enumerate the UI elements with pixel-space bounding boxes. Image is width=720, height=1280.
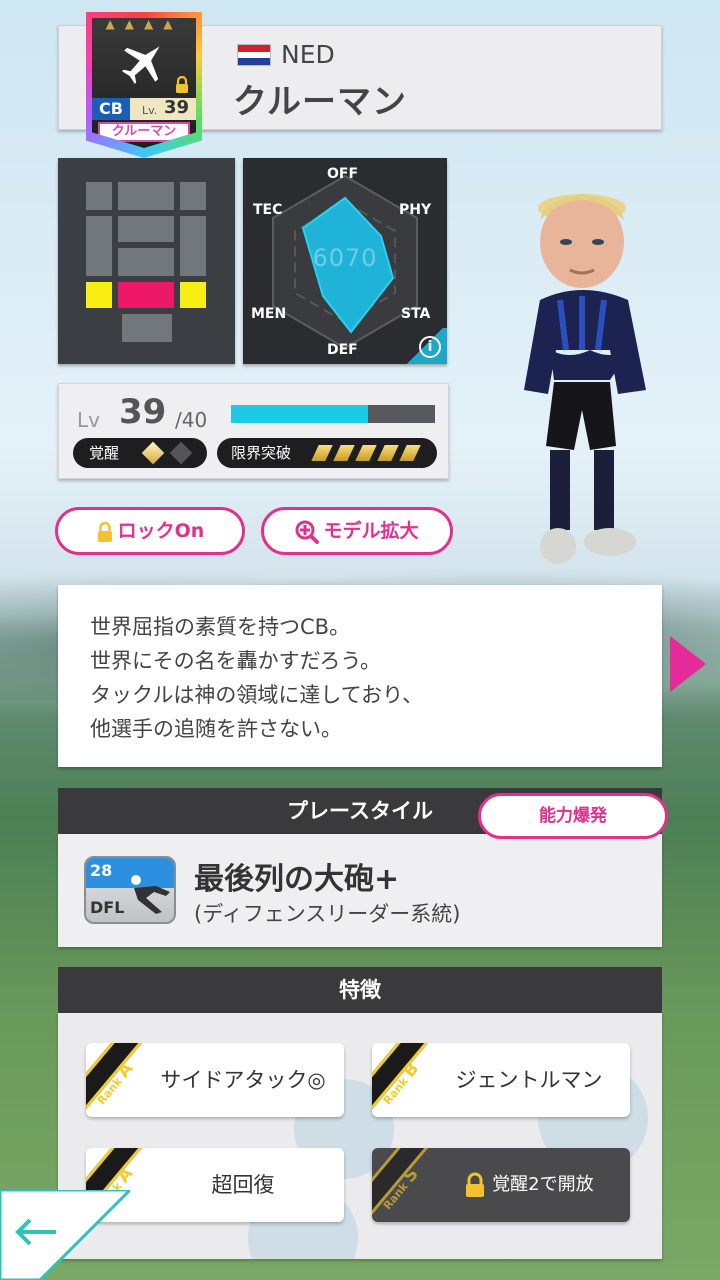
limit-break-mark-icon (377, 445, 399, 461)
lock-toggle-button[interactable]: ロックOn (55, 507, 245, 555)
player-card[interactable]: ▲▲▲▲ CB Lv. 39 クルーマン (86, 12, 202, 158)
radar-total-value: 6070 (312, 244, 378, 272)
lock-icon (176, 76, 188, 93)
card-player-name: クルーマン (98, 122, 190, 142)
awakening-diamond-empty-icon (169, 441, 193, 465)
trait-label: 超回復 (211, 1173, 275, 1197)
level-panel: Lv 39 /40 覚醒 限界突破 (58, 383, 449, 479)
trait-label: ジェントルマン (455, 1068, 603, 1092)
card-stars: ▲▲▲▲ (105, 17, 183, 31)
card-level: 39 (164, 97, 190, 118)
limit-break-label: 限界突破 (231, 444, 292, 462)
back-button[interactable] (0, 1190, 130, 1280)
level-label: Lv (77, 408, 100, 432)
ability-burst-button[interactable]: 能力爆発 (478, 793, 668, 839)
limit-break-indicator: 限界突破 (217, 438, 437, 468)
play-style-icon-code: DFL (90, 898, 125, 917)
awakening-label: 覚醒 (89, 444, 120, 462)
netherlands-flag-icon (237, 44, 271, 66)
card-position: CB (92, 98, 130, 120)
trait-unlock-condition: 覚醒2で開放 (492, 1174, 594, 1195)
position-formation-map (58, 158, 235, 364)
play-style-name: 最後列の大砲+ (194, 862, 400, 897)
radar-info-button[interactable]: i (403, 328, 447, 364)
description-line: 世界屈指の素質を持つCB。 (90, 615, 351, 639)
limit-break-mark-icon (355, 445, 377, 461)
player-description: 世界屈指の素質を持つCB。 世界にその名を轟かすだろう。 タックルは神の領域に達… (58, 585, 662, 767)
traits-title: 特徴 (339, 978, 381, 1002)
play-style-icon: 28 DFL (84, 856, 176, 924)
lock-button-label: ロックOn (117, 520, 205, 542)
exp-progress-fill (231, 405, 368, 423)
limit-break-mark-icon (311, 445, 333, 461)
exp-progress-bar (231, 405, 435, 423)
level-value: 39 (119, 392, 167, 432)
trait-item[interactable]: Rank B ジェントルマン (372, 1043, 630, 1117)
formation-cell-right-back (180, 282, 206, 308)
level-max: /40 (175, 408, 208, 432)
next-page-arrow[interactable] (670, 636, 706, 692)
play-style-subtitle: (ディフェンスリーダー系統) (194, 902, 461, 926)
radar-label-phy: PHY (399, 202, 432, 218)
description-line: 世界にその名を轟かすだろう。 (90, 649, 382, 673)
radar-label-men: MEN (251, 306, 287, 322)
model-zoom-button[interactable]: モデル拡大 (261, 507, 453, 555)
lock-icon (466, 1172, 485, 1197)
trait-item-locked[interactable]: Rank S 覚醒2で開放 (372, 1148, 630, 1222)
traits-panel: Rank A サイドアタック◎ Rank B ジェントルマン Rank A 超回… (58, 1013, 662, 1259)
sliding-tackle-icon (131, 875, 170, 914)
model-zoom-label: モデル拡大 (323, 520, 419, 542)
radar-label-sta: STA (401, 306, 431, 322)
trait-label: サイドアタック◎ (160, 1068, 326, 1092)
description-line: タックルは神の領域に達しており、 (90, 683, 424, 707)
play-style-icon-number: 28 (90, 861, 113, 880)
description-line: 他選手の追随を許さない。 (90, 717, 342, 741)
play-style-panel: 28 DFL 最後列の大砲+ (ディフェンスリーダー系統) (58, 834, 662, 947)
formation-cell-left-back (86, 282, 112, 308)
radar-label-off: OFF (327, 166, 359, 182)
lock-icon (97, 521, 112, 542)
limit-break-mark-icon (399, 445, 421, 461)
awakening-indicator: 覚醒 (73, 438, 207, 468)
nation-code: NED (281, 40, 335, 69)
limit-break-mark-icon (333, 445, 355, 461)
zoom-in-icon (295, 520, 320, 544)
radar-label-def: DEF (327, 342, 358, 358)
card-level-label: Lv. (142, 104, 158, 117)
player-name: クルーマン (233, 82, 407, 122)
player-3d-model[interactable] (510, 150, 670, 590)
awakening-diamond-filled-icon (141, 441, 165, 465)
ability-radar-chart: OFF PHY STA DEF MEN TEC 6070 i (243, 158, 447, 364)
info-icon: i (419, 336, 441, 358)
radar-label-tec: TEC (253, 202, 283, 218)
formation-cell-center-back (118, 282, 174, 308)
airplane-icon (122, 46, 160, 84)
traits-header: 特徴 (58, 967, 662, 1013)
trait-item[interactable]: Rank A サイドアタック◎ (86, 1043, 344, 1117)
